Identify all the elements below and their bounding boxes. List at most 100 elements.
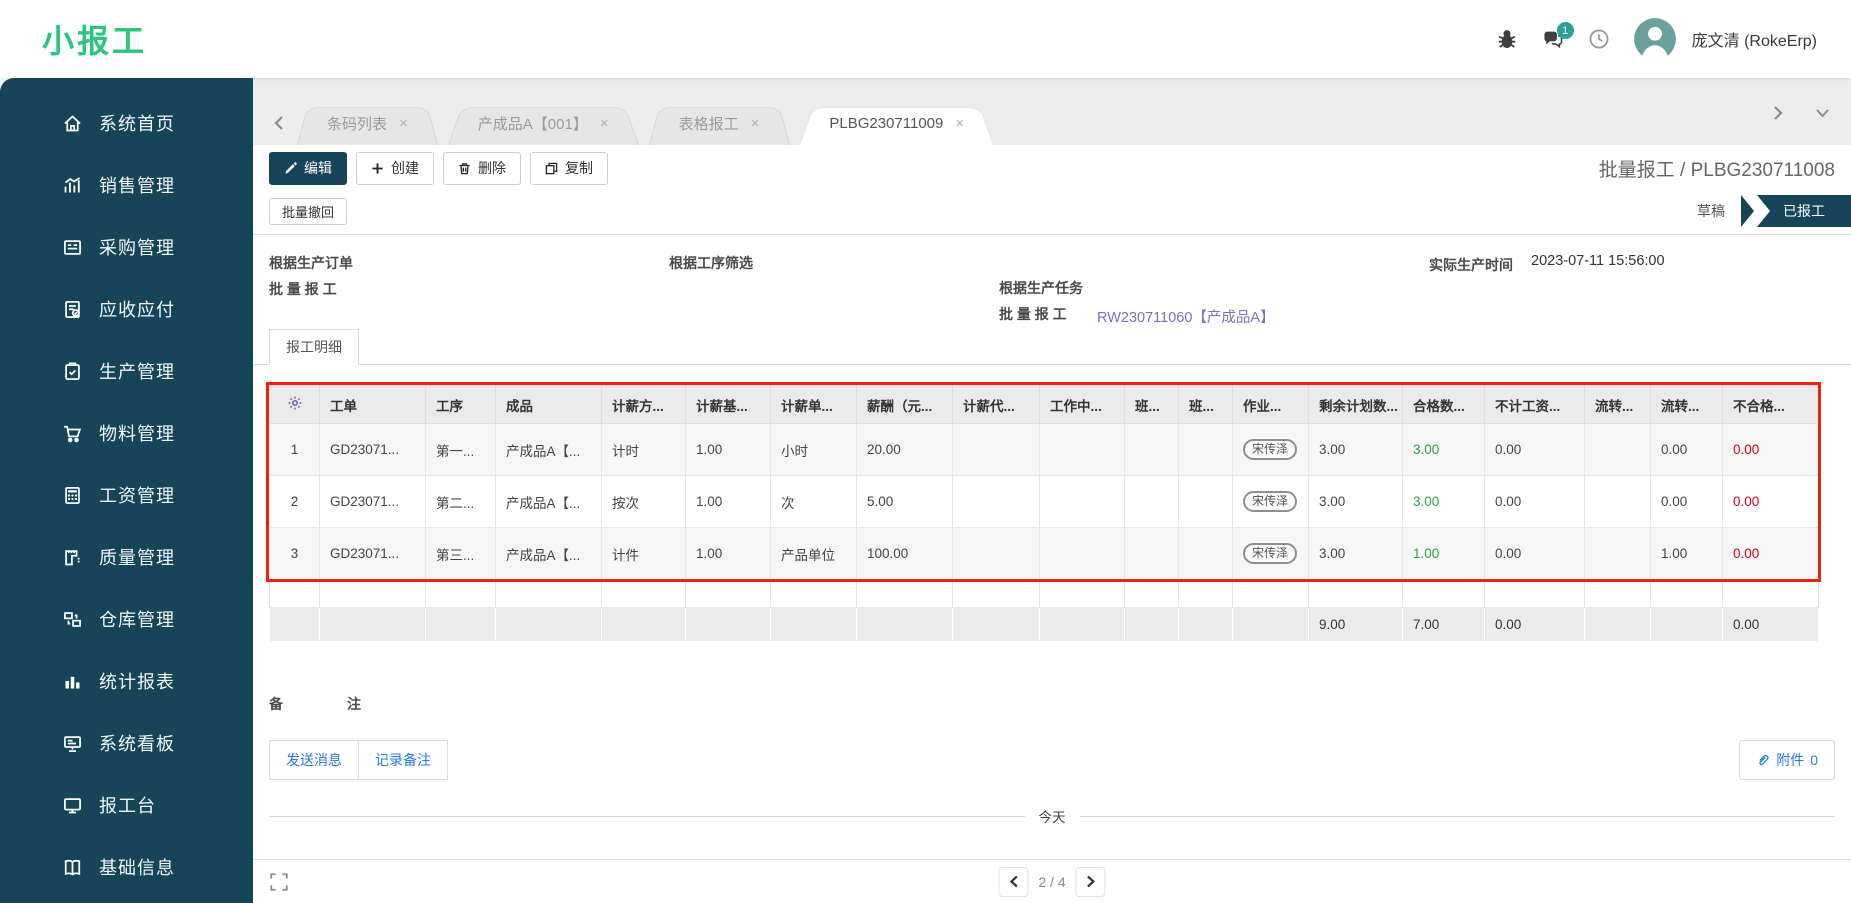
cell-pay_method[interactable]: 计时 bbox=[601, 423, 686, 476]
cell-pay_base[interactable]: 1.00 bbox=[685, 475, 771, 528]
cell-remaining[interactable]: 3.00 bbox=[1308, 475, 1403, 528]
field-order-batch[interactable]: 根据生产订单 批 量 报 工 bbox=[269, 251, 669, 328]
cell-working[interactable] bbox=[1039, 527, 1125, 580]
sidebar-item-receivable-payable[interactable]: 应收应付 bbox=[0, 278, 253, 340]
cell-flow1[interactable] bbox=[1584, 475, 1651, 528]
user-name[interactable]: 庞文清 (RokeErp) bbox=[1692, 27, 1817, 51]
operator-pill[interactable]: 宋传泽 bbox=[1243, 439, 1298, 460]
cell-working[interactable] bbox=[1039, 475, 1125, 528]
sidebar-item-quality[interactable]: 质量管理 bbox=[0, 526, 253, 588]
cell-pay_agent[interactable] bbox=[952, 423, 1040, 476]
cell-shift1[interactable] bbox=[1124, 423, 1179, 476]
column-header[interactable]: 作业... bbox=[1232, 385, 1309, 424]
fullscreen-icon[interactable] bbox=[269, 872, 289, 892]
tab-3-active[interactable]: PLBG230711009 × bbox=[799, 101, 994, 145]
tab-report-detail[interactable]: 报工明细 bbox=[269, 329, 359, 365]
cell-qualified[interactable]: 3.00 bbox=[1402, 475, 1485, 528]
column-header[interactable]: 流转... bbox=[1650, 385, 1723, 424]
table-settings-gear-icon[interactable] bbox=[269, 385, 320, 424]
cell-pay_base[interactable]: 1.00 bbox=[685, 423, 771, 476]
debug-bug-icon[interactable] bbox=[1496, 28, 1518, 50]
messages-chat-icon[interactable]: 1 bbox=[1542, 22, 1574, 50]
send-message-button[interactable]: 发送消息 bbox=[269, 740, 359, 780]
tab-close-icon[interactable]: × bbox=[399, 115, 408, 132]
sidebar-item-sales-chart[interactable]: 销售管理 bbox=[0, 154, 253, 216]
sidebar-item-dashboard[interactable]: 系统看板 bbox=[0, 712, 253, 774]
cell-operator[interactable]: 宋传泽 bbox=[1232, 423, 1309, 476]
sidebar-item-purchase[interactable]: 采购管理 bbox=[0, 216, 253, 278]
sidebar-item-warehouse[interactable]: 仓库管理 bbox=[0, 588, 253, 650]
field-process-filter[interactable]: 根据工序筛选 bbox=[669, 251, 999, 328]
log-note-button[interactable]: 记录备注 bbox=[358, 740, 448, 780]
cell-shift1[interactable] bbox=[1124, 475, 1179, 528]
cell-no_wage[interactable]: 0.00 bbox=[1484, 527, 1585, 580]
cell-shift2[interactable] bbox=[1178, 475, 1233, 528]
cell-pay_unit[interactable]: 次 bbox=[770, 475, 857, 528]
table-row[interactable]: 1 GD23071... 第一... 产成品A【... 计时 1.00 小时 20.00 宋传泽… bbox=[269, 423, 1819, 476]
tabs-menu-chevron-down-icon[interactable] bbox=[1807, 91, 1837, 135]
tabs-scroll-right-icon[interactable] bbox=[1763, 91, 1793, 135]
tab-close-icon[interactable]: × bbox=[955, 115, 964, 132]
task-link[interactable]: RW230711060【产成品A】 bbox=[1097, 306, 1275, 328]
column-header[interactable]: 不计工资... bbox=[1484, 385, 1585, 424]
column-header[interactable]: 工单 bbox=[319, 385, 426, 424]
batch-recall-button[interactable]: 批量撤回 bbox=[269, 197, 348, 225]
cell-process[interactable]: 第三... bbox=[425, 527, 496, 580]
column-header[interactable]: 计薪方... bbox=[601, 385, 686, 424]
cell-shift2[interactable] bbox=[1178, 423, 1233, 476]
cell-working[interactable] bbox=[1039, 423, 1125, 476]
tabs-scroll-left-icon[interactable] bbox=[263, 101, 293, 145]
cell-pay_method[interactable]: 计件 bbox=[601, 527, 686, 580]
cell-flow1[interactable] bbox=[1584, 527, 1651, 580]
cell-work_order[interactable]: GD23071... bbox=[319, 475, 426, 528]
sidebar-item-material-cart[interactable]: 物料管理 bbox=[0, 402, 253, 464]
tab-1[interactable]: 产成品A【001】 × bbox=[448, 101, 639, 145]
cell-pay_method[interactable]: 按次 bbox=[601, 475, 686, 528]
cell-shift1[interactable] bbox=[1124, 527, 1179, 580]
tab-0[interactable]: 条码列表 × bbox=[297, 101, 438, 145]
sidebar-item-base-info[interactable]: 基础信息 bbox=[0, 836, 253, 898]
cell-qualified[interactable]: 3.00 bbox=[1402, 423, 1485, 476]
cell-pay_agent[interactable] bbox=[952, 475, 1040, 528]
cell-unqualified[interactable]: 0.00 bbox=[1722, 527, 1819, 580]
cell-shift2[interactable] bbox=[1178, 527, 1233, 580]
cell-product[interactable]: 产成品A【... bbox=[495, 527, 602, 580]
cell-pay_unit[interactable]: 产品单位 bbox=[770, 527, 857, 580]
column-header[interactable]: 计薪代... bbox=[952, 385, 1040, 424]
cell-salary[interactable]: 5.00 bbox=[856, 475, 953, 528]
cell-process[interactable]: 第二... bbox=[425, 475, 496, 528]
cell-flow2[interactable]: 1.00 bbox=[1650, 527, 1723, 580]
table-row[interactable]: 3 GD23071... 第三... 产成品A【... 计件 1.00 产品单位 100.00… bbox=[269, 527, 1819, 580]
sidebar-item-wage[interactable]: 工资管理 bbox=[0, 464, 253, 526]
column-header[interactable]: 计薪基... bbox=[685, 385, 771, 424]
cell-flow2[interactable]: 0.00 bbox=[1650, 475, 1723, 528]
operator-pill[interactable]: 宋传泽 bbox=[1243, 543, 1298, 564]
sidebar-item-report-chart[interactable]: 统计报表 bbox=[0, 650, 253, 712]
tab-close-icon[interactable]: × bbox=[751, 115, 760, 132]
cell-no_wage[interactable]: 0.00 bbox=[1484, 475, 1585, 528]
column-header[interactable]: 工序 bbox=[425, 385, 496, 424]
column-header[interactable]: 合格数... bbox=[1402, 385, 1485, 424]
column-header[interactable]: 薪酬（元... bbox=[856, 385, 953, 424]
tab-2[interactable]: 表格报工 × bbox=[649, 101, 790, 145]
cell-qualified[interactable]: 1.00 bbox=[1402, 527, 1485, 580]
column-header[interactable]: 剩余计划数... bbox=[1308, 385, 1403, 424]
cell-remaining[interactable]: 3.00 bbox=[1308, 423, 1403, 476]
cell-flow2[interactable]: 0.00 bbox=[1650, 423, 1723, 476]
column-header[interactable]: 成品 bbox=[495, 385, 602, 424]
sidebar-item-production[interactable]: 生产管理 bbox=[0, 340, 253, 402]
user-avatar[interactable] bbox=[1633, 18, 1676, 60]
cell-unqualified[interactable]: 0.00 bbox=[1722, 423, 1819, 476]
cell-salary[interactable]: 20.00 bbox=[856, 423, 953, 476]
pager-next-icon[interactable] bbox=[1075, 866, 1106, 897]
cell-product[interactable]: 产成品A【... bbox=[495, 475, 602, 528]
cell-remaining[interactable]: 3.00 bbox=[1308, 527, 1403, 580]
stage-draft[interactable]: 草稿 bbox=[1697, 201, 1725, 221]
cell-unqualified[interactable]: 0.00 bbox=[1722, 475, 1819, 528]
sidebar-item-home[interactable]: 系统首页 bbox=[0, 92, 253, 154]
operator-pill[interactable]: 宋传泽 bbox=[1243, 491, 1298, 512]
cell-pay_base[interactable]: 1.00 bbox=[685, 527, 771, 580]
column-header[interactable]: 班... bbox=[1178, 385, 1233, 424]
edit-button[interactable]: 编辑 bbox=[269, 151, 347, 185]
table-row[interactable]: 2 GD23071... 第二... 产成品A【... 按次 1.00 次 5.00 宋传泽 3.… bbox=[269, 475, 1819, 528]
